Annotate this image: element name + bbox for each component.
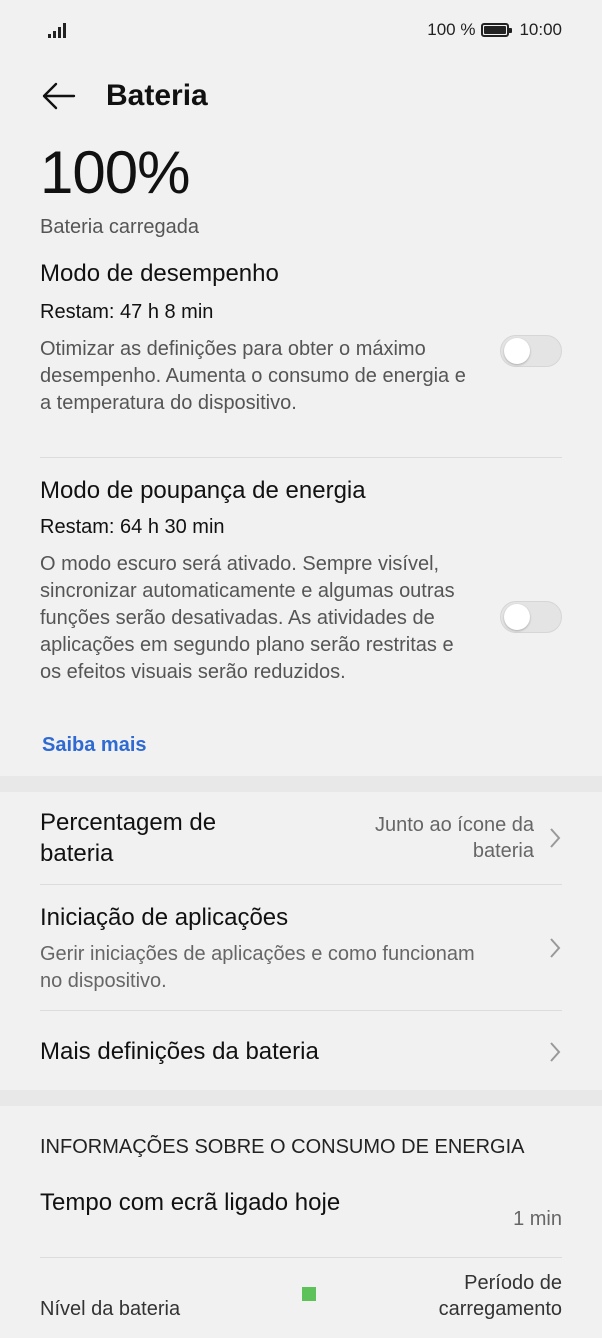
battery-level-label: Nível da bateria bbox=[40, 1298, 181, 1320]
chevron-right-icon bbox=[550, 828, 561, 848]
battery-state-label: Bateria carregada bbox=[40, 216, 199, 238]
performance-mode-toggle[interactable] bbox=[500, 335, 562, 367]
power-saving-mode-description: O modo escuro será ativado. Sempre visív… bbox=[40, 553, 455, 683]
status-bar: 100 % 10:00 bbox=[0, 18, 602, 44]
signal-icon bbox=[48, 22, 70, 38]
power-saving-mode-remaining: Restam: 64 h 30 min bbox=[40, 516, 225, 538]
app-header: Bateria bbox=[40, 76, 208, 116]
more-battery-settings-title: Mais definições da bateria bbox=[40, 1038, 319, 1065]
divider bbox=[40, 457, 562, 458]
arrow-left-icon bbox=[42, 82, 76, 110]
screen-on-time-value: 1 min bbox=[513, 1208, 562, 1230]
status-battery-percent: 100 % bbox=[427, 20, 476, 39]
battery-percentage-title: Percentagem de bateria bbox=[40, 809, 217, 867]
energy-info-heading: INFORMAÇÕES SOBRE O CONSUMO DE ENERGIA bbox=[40, 1136, 525, 1158]
battery-percentage-value: Junto ao ícone da bateria bbox=[374, 814, 534, 862]
battery-percent-display: 100% bbox=[40, 139, 190, 206]
toggle-knob bbox=[504, 604, 530, 630]
screen-on-time-label: Tempo com ecrã ligado hoje bbox=[40, 1189, 341, 1216]
app-launch-title: Iniciação de aplicações bbox=[40, 904, 289, 931]
back-button[interactable] bbox=[40, 76, 80, 116]
performance-mode-remaining: Restam: 47 h 8 min bbox=[40, 301, 214, 323]
charging-legend-swatch bbox=[302, 1287, 316, 1301]
section-separator bbox=[0, 776, 602, 792]
page-title: Bateria bbox=[106, 79, 208, 112]
battery-icon bbox=[481, 23, 513, 37]
chevron-right-icon bbox=[550, 1042, 561, 1062]
learn-more-link[interactable]: Saiba mais bbox=[42, 734, 147, 757]
app-launch-description: Gerir iniciações de aplicações e como fu… bbox=[40, 943, 475, 992]
divider bbox=[40, 884, 562, 885]
status-time: 10:00 bbox=[519, 20, 562, 39]
divider bbox=[40, 1257, 562, 1258]
toggle-knob bbox=[504, 338, 530, 364]
performance-mode-title: Modo de desempenho bbox=[40, 260, 279, 287]
battery-settings-screen: 100 % 10:00 Bateria 100% Bateria carrega… bbox=[0, 0, 602, 1338]
divider bbox=[40, 1010, 562, 1011]
section-separator bbox=[0, 1090, 602, 1106]
charging-period-label: Período de carregamento bbox=[438, 1272, 562, 1320]
performance-mode-description: Otimizar as definições para obter o máxi… bbox=[40, 338, 466, 414]
chevron-right-icon bbox=[550, 938, 561, 958]
battery-settings-list: Percentagem de bateria Junto ao ícone da… bbox=[0, 792, 602, 1090]
power-saving-mode-title: Modo de poupança de energia bbox=[40, 477, 366, 504]
power-saving-mode-toggle[interactable] bbox=[500, 601, 562, 633]
